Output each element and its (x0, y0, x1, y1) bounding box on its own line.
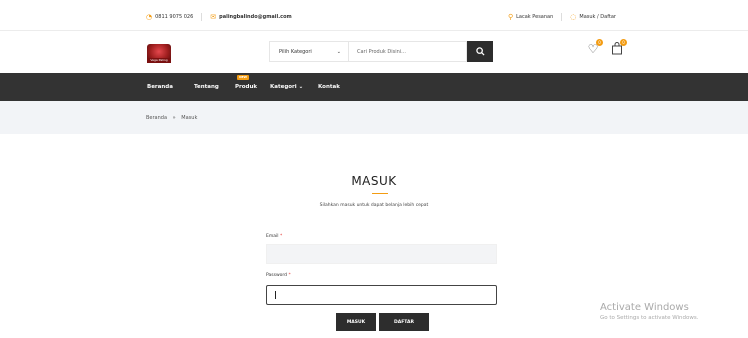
search-input[interactable]: Cari Produk Disini... (348, 41, 467, 62)
watermark-subtitle: Go to Settings to activate Windows. (600, 315, 699, 321)
breadcrumb-current: Masuk (181, 115, 198, 121)
breadcrumb: Beranda » Masuk (0, 101, 748, 134)
title-underline (372, 193, 388, 194)
form-buttons: MASUK DAFTAR (336, 313, 429, 331)
email-label: Email * (266, 234, 282, 239)
wishlist-button[interactable]: ♡ 0 (586, 39, 603, 56)
register-button[interactable]: DAFTAR (379, 313, 429, 331)
nav-item-kategori-label: Kategori (270, 84, 297, 90)
phone-number[interactable]: 0811 9075 026 (155, 14, 193, 20)
page-subtitle: Silahkan masuk untuk dapat belanja lebih… (319, 203, 429, 208)
email-field[interactable] (266, 244, 497, 264)
mail-icon: ✉ (210, 12, 217, 21)
category-select-value: Pilih Kategori (279, 48, 312, 55)
track-order-link[interactable]: Lacak Pesanan (516, 14, 553, 20)
account-links: ⚲ Lacak Pesanan ◌ Masuk / Daftar (508, 13, 616, 21)
phone-icon: ◔ (146, 12, 153, 21)
category-select[interactable]: Pilih Kategori ⌄ (269, 41, 348, 62)
top-bar: ◔ 0811 9075 026 ✉ palingbalindo@gmail.co… (0, 0, 748, 31)
search-bar: Pilih Kategori ⌄ Cari Produk Disini... (269, 41, 493, 62)
nav-item-kategori[interactable]: Kategori ⌄ (270, 84, 303, 90)
breadcrumb-trail: Beranda » Masuk (146, 115, 197, 121)
text-cursor (275, 291, 276, 299)
windows-activation-watermark: Activate Windows Go to Settings to activ… (600, 302, 699, 321)
required-mark: * (279, 234, 283, 239)
page-title: MASUK (351, 174, 397, 188)
cart-button[interactable]: 0 (610, 39, 627, 56)
divider (561, 13, 563, 21)
contact-info: ◔ 0811 9075 026 ✉ palingbalindo@gmail.co… (146, 13, 292, 21)
nav-item-produk[interactable]: Produk (235, 84, 257, 90)
login-register-link[interactable]: Masuk / Daftar (579, 14, 616, 20)
nav-item-kontak[interactable]: Kontak (318, 84, 340, 90)
breadcrumb-separator: » (172, 115, 176, 121)
login-button[interactable]: MASUK (336, 313, 376, 331)
divider (201, 13, 203, 21)
email-address[interactable]: palingbalindo@gmail.com (219, 14, 292, 20)
email-label-text: Email (266, 234, 279, 239)
required-mark: * (288, 273, 291, 278)
search-button[interactable] (467, 41, 493, 62)
chevron-down-icon: ⌄ (336, 48, 341, 55)
password-field[interactable] (266, 285, 497, 305)
search-icon (475, 47, 485, 56)
chevron-down-icon: ⌄ (298, 84, 304, 90)
location-pin-icon: ⚲ (508, 12, 514, 21)
header-icons: ♡ 0 0 (586, 39, 627, 56)
logo-text: Vega Paling (147, 58, 171, 63)
search-placeholder: Cari Produk Disini... (357, 48, 406, 55)
cart-count-badge: 0 (620, 39, 627, 46)
nav-item-beranda[interactable]: Beranda (147, 84, 173, 90)
breadcrumb-home-link[interactable]: Beranda (146, 115, 167, 121)
new-badge: NEW (237, 75, 249, 80)
user-icon: ◌ (570, 12, 577, 21)
nav-item-tentang[interactable]: Tentang (194, 84, 219, 90)
main-navigation: Beranda Tentang NEW Produk Kategori ⌄ Ko… (0, 73, 748, 101)
watermark-title: Activate Windows (600, 302, 689, 313)
password-label: Password * (266, 273, 291, 278)
wishlist-count-badge: 0 (596, 39, 603, 46)
password-label-text: Password (266, 273, 288, 278)
